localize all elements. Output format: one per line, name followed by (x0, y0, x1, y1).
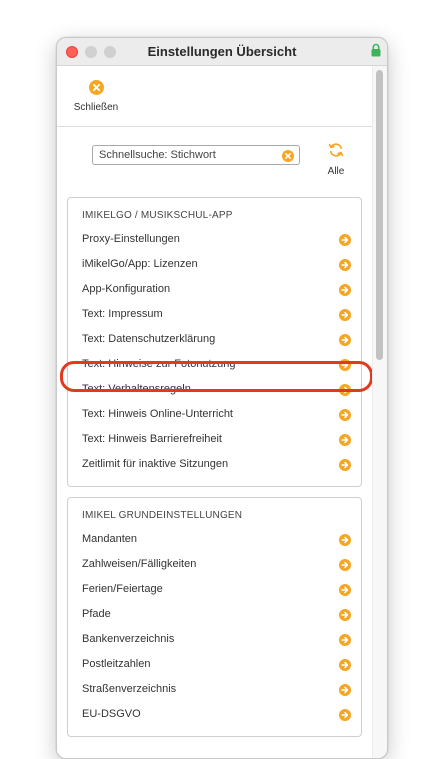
window-title: Einstellungen Übersicht (147, 44, 297, 59)
list-item[interactable]: Mandanten (68, 527, 361, 552)
content-area: Alle IMIKELGO / MUSIKSCHUL-APP Proxy-Ein… (57, 127, 373, 758)
quick-search (92, 145, 300, 165)
list-item[interactable]: Zahlweisen/Fälligkeiten (68, 552, 361, 577)
list-item-label: Zeitlimit für inaktive Sitzungen (82, 458, 229, 470)
list-item[interactable]: EU-DSGVO (68, 702, 361, 727)
list-item-label: Mandanten (82, 533, 138, 545)
arrow-right-icon[interactable] (339, 408, 351, 420)
arrow-right-icon[interactable] (339, 708, 351, 720)
arrow-right-icon[interactable] (339, 633, 351, 645)
list-item[interactable]: Ferien/Feiertage (68, 577, 361, 602)
arrow-right-icon[interactable] (339, 433, 351, 445)
arrow-right-icon[interactable] (339, 533, 351, 545)
toolbar: Schließen (57, 66, 387, 127)
group-grundeinstellungen: IMIKEL GRUNDEINSTELLUNGEN Mandanten Zahlw… (67, 497, 362, 737)
list-item[interactable]: Text: Hinweis Barrierefreiheit (68, 427, 361, 452)
list-item[interactable]: Text: Hinweis Online-Unterricht (68, 402, 361, 427)
list-item-label: EU-DSGVO (82, 708, 141, 720)
arrow-right-icon[interactable] (339, 458, 351, 470)
list-item[interactable]: iMikelGo/App: Lizenzen (68, 252, 361, 277)
clear-search-icon[interactable] (282, 149, 294, 167)
title-bar: Einstellungen Übersicht (57, 38, 387, 66)
list-item-label: Straßenverzeichnis (82, 683, 177, 695)
list-item-label: Text: Hinweise zur Fotonutzung (82, 358, 236, 370)
arrow-right-icon[interactable] (339, 258, 351, 270)
list-item[interactable]: Text: Verhaltensregeln (68, 377, 361, 402)
list-item[interactable]: Postleitzahlen (68, 652, 361, 677)
arrow-right-icon[interactable] (339, 383, 351, 395)
list-item[interactable]: Text: Impressum (68, 302, 361, 327)
group-title: IMIKEL GRUNDEINSTELLUNGEN (82, 510, 243, 521)
close-button-label: Schließen (73, 102, 119, 113)
arrow-right-icon[interactable] (339, 308, 351, 320)
arrow-right-icon[interactable] (339, 658, 351, 670)
list-item[interactable]: Bankenverzeichnis (68, 627, 361, 652)
list-item[interactable]: Proxy-Einstellungen (68, 227, 361, 252)
close-button[interactable]: Schließen (71, 80, 121, 113)
close-circle-icon (88, 80, 104, 99)
list-item[interactable]: Straßenverzeichnis (68, 677, 361, 702)
arrow-right-icon[interactable] (339, 683, 351, 695)
list-item-label: iMikelGo/App: Lizenzen (82, 258, 198, 270)
list-item-label: Zahlweisen/Fälligkeiten (82, 558, 197, 570)
group-imikelgo: IMIKELGO / MUSIKSCHUL-APP Proxy-Einstell… (67, 197, 362, 487)
arrow-right-icon[interactable] (339, 283, 351, 295)
arrow-right-icon[interactable] (339, 558, 351, 570)
refresh-icon (328, 143, 344, 162)
list-item[interactable]: App-Konfiguration (68, 277, 361, 302)
lock-icon (371, 43, 381, 62)
list-item-label: Text: Impressum (82, 308, 163, 320)
scrollbar-thumb[interactable] (376, 70, 383, 360)
show-all-button[interactable]: Alle (321, 142, 351, 177)
list-item-label: Text: Verhaltensregeln (82, 383, 191, 395)
list-item-label: App-Konfiguration (82, 283, 171, 295)
show-all-label: Alle (327, 166, 345, 177)
list-item-label: Ferien/Feiertage (82, 583, 163, 595)
arrow-right-icon[interactable] (339, 233, 351, 245)
search-input[interactable] (99, 148, 277, 162)
group-title: IMIKELGO / MUSIKSCHUL-APP (82, 210, 233, 221)
arrow-right-icon[interactable] (339, 358, 351, 370)
list-item[interactable]: Zeitlimit für inaktive Sitzungen (68, 452, 361, 477)
settings-window: Einstellungen Übersicht Schließen Schnel… (56, 37, 388, 759)
list-item-label: Bankenverzeichnis (82, 633, 175, 645)
arrow-right-icon[interactable] (339, 583, 351, 595)
list-item[interactable]: Text: Datenschutzerklärung (68, 327, 361, 352)
list-item-label: Postleitzahlen (82, 658, 151, 670)
list-item[interactable]: Text: Hinweise zur Fotonutzung (68, 352, 361, 377)
settings-list: Mandanten Zahlweisen/Fälligkeiten Ferien/F… (68, 527, 361, 727)
settings-list: Proxy-Einstellungen iMikelGo/App: Lizenze… (68, 227, 361, 477)
list-item[interactable]: Pfade (68, 602, 361, 627)
list-item-label: Text: Datenschutzerklärung (82, 333, 216, 345)
vertical-scrollbar[interactable] (372, 66, 387, 758)
list-item-label: Pfade (82, 608, 111, 620)
arrow-right-icon[interactable] (339, 608, 351, 620)
arrow-right-icon[interactable] (339, 333, 351, 345)
list-item-label: Text: Hinweis Barrierefreiheit (82, 433, 222, 445)
list-item-label: Text: Hinweis Online-Unterricht (82, 408, 233, 420)
list-item-label: Proxy-Einstellungen (82, 233, 180, 245)
